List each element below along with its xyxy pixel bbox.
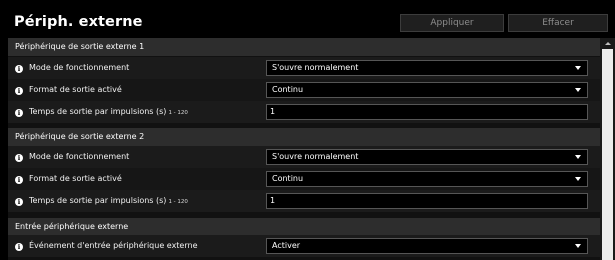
output1-format-select[interactable]: Continu xyxy=(266,82,588,98)
row-output2-pulse-time: i Temps de sortie par impulsions (s) 1 - 1… xyxy=(8,190,600,212)
info-icon[interactable]: i xyxy=(15,65,23,73)
row-label: Mode de fonctionnement xyxy=(29,152,130,161)
chevron-down-icon xyxy=(575,88,581,92)
output2-format-select[interactable]: Continu xyxy=(266,171,588,187)
range-hint: 1 - 120 xyxy=(168,199,188,205)
select-value: Continu xyxy=(272,174,304,183)
chevron-down-icon xyxy=(575,177,581,181)
select-value: S'ouvre normalement xyxy=(272,63,359,72)
info-icon[interactable]: i xyxy=(15,87,23,95)
range-hint: 1 - 120 xyxy=(168,110,188,116)
app-root: Périph. externe Appliquer Effacer Périph… xyxy=(0,0,615,260)
info-icon[interactable]: i xyxy=(15,109,23,117)
vertical-scrollbar[interactable] xyxy=(600,38,615,260)
scroll-up-arrow-icon[interactable] xyxy=(602,38,613,48)
scrollbar-thumb[interactable] xyxy=(602,49,613,260)
row-output2-format: i Format de sortie activé Continu xyxy=(8,168,600,190)
page-header: Périph. externe Appliquer Effacer xyxy=(0,0,615,38)
chevron-down-icon xyxy=(575,244,581,248)
row-output1-mode: i Mode de fonctionnement S'ouvre normalem… xyxy=(8,57,600,79)
info-icon[interactable]: i xyxy=(15,198,23,206)
select-value: Continu xyxy=(272,85,304,94)
output2-pulse-time-input[interactable]: 1 xyxy=(266,193,588,209)
row-input-event: i Événement d'entrée périphérique externe… xyxy=(8,235,600,257)
select-value: S'ouvre normalement xyxy=(272,152,359,161)
row-label: Événement d'entrée périphérique externe xyxy=(29,241,198,250)
row-label: Temps de sortie par impulsions (s) xyxy=(29,107,167,116)
input-value: 1 xyxy=(270,107,276,116)
input-event-select[interactable]: Activer xyxy=(266,238,588,254)
section-header-input: Entrée périphérique externe xyxy=(8,218,600,236)
row-output1-pulse-time: i Temps de sortie par impulsions (s) 1 - 1… xyxy=(8,101,600,123)
select-value: Activer xyxy=(272,241,301,250)
info-icon[interactable]: i xyxy=(15,154,23,162)
row-label: Mode de fonctionnement xyxy=(29,63,130,72)
input-value: 1 xyxy=(270,196,276,205)
chevron-down-icon xyxy=(575,66,581,70)
output2-mode-select[interactable]: S'ouvre normalement xyxy=(266,149,588,165)
chevron-down-icon xyxy=(575,155,581,159)
clear-button[interactable]: Effacer xyxy=(508,14,608,32)
apply-button[interactable]: Appliquer xyxy=(400,14,504,32)
info-icon[interactable]: i xyxy=(15,176,23,184)
info-icon[interactable]: i xyxy=(15,243,23,251)
settings-panel: Périphérique de sortie externe 1 i Mode d… xyxy=(8,38,600,260)
row-label: Format de sortie activé xyxy=(29,85,122,94)
row-label: Temps de sortie par impulsions (s) xyxy=(29,196,167,205)
section-header-output-2: Périphérique de sortie externe 2 xyxy=(8,128,600,146)
row-output2-mode: i Mode de fonctionnement S'ouvre normalem… xyxy=(8,146,600,168)
output1-pulse-time-input[interactable]: 1 xyxy=(266,104,588,120)
output1-mode-select[interactable]: S'ouvre normalement xyxy=(266,60,588,76)
row-output1-format: i Format de sortie activé Continu xyxy=(8,79,600,101)
row-label: Format de sortie activé xyxy=(29,174,122,183)
section-header-output-1: Périphérique de sortie externe 1 xyxy=(8,38,600,56)
page-title: Périph. externe xyxy=(14,14,143,30)
